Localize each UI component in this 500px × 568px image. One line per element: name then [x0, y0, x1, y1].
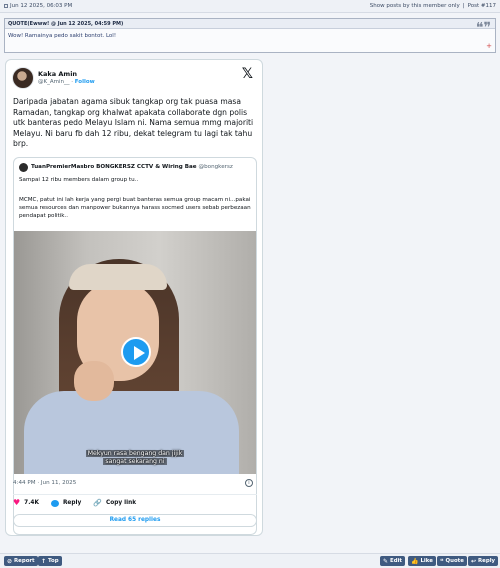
author-handle[interactable]: @K_Amin__	[38, 79, 70, 85]
report-button[interactable]: ⊘ Report	[4, 556, 38, 566]
quote-body: Wow! Ramainya pedo sakit bontot. Lol!	[8, 33, 117, 39]
reply-button-label: Reply	[478, 558, 496, 564]
quoted-tweet[interactable]: TuanPremierMasbro BONGKERSZ CCTV & Wirin…	[13, 157, 257, 535]
edit-icon: ✎	[383, 557, 389, 565]
copy-link-action[interactable]: 🔗 Copy link	[93, 499, 136, 507]
quote-button[interactable]: ❝ Quote	[437, 556, 467, 566]
reply-bubble-icon	[50, 499, 59, 507]
reply-action[interactable]: Reply	[50, 499, 82, 507]
reply-label: Reply	[62, 500, 82, 506]
reply-icon: ↩	[471, 557, 477, 565]
author-avatar[interactable]	[12, 67, 34, 89]
show-posts-by-member-link[interactable]: Show posts by this member only	[370, 3, 460, 9]
post-checkbox-icon[interactable]	[4, 4, 8, 8]
follow-link[interactable]: Follow	[75, 79, 95, 85]
quoted-text-1: Sampai 12 ribu members dalam group tu..	[19, 177, 139, 183]
like-label: Like	[420, 558, 433, 564]
video-caption: Mekyun rasa bengang dan jijik sangat sek…	[14, 450, 256, 466]
info-icon[interactable]: i	[245, 479, 253, 487]
post-number-link[interactable]: Post #117	[468, 3, 496, 9]
edit-button[interactable]: ✎ Edit	[380, 556, 405, 566]
video-caption-line-2: sangat sekarang ni	[103, 458, 167, 465]
tweet-timestamp[interactable]: 4:44 PM · Jun 11, 2025	[13, 480, 76, 486]
tweet-divider	[13, 494, 257, 495]
edit-label: Edit	[390, 558, 402, 564]
tweet-actions: ♥ 7.4K Reply 🔗 Copy link	[13, 499, 136, 508]
quote-box: QUOTE(Ewww! @ Jun 12 2025, 04:59 PM) Wow…	[4, 18, 496, 53]
top-button[interactable]: ↑ Top	[38, 556, 62, 566]
arrow-up-icon: ↑	[41, 557, 47, 565]
thumbs-up-icon: 👍	[411, 557, 419, 565]
post-date: Jun 12 2025, 06:03 PM	[10, 3, 73, 9]
author-handle-line: @K_Amin__ · Follow	[38, 79, 95, 85]
post-header-bar: Jun 12 2025, 06:03 PM Show posts by this…	[0, 0, 500, 13]
video-player[interactable]: Mekyun rasa bengang dan jijik sangat sek…	[14, 231, 256, 474]
embedded-tweet: Kaka Amin @K_Amin__ · Follow 𝕏 Daripada …	[5, 59, 263, 536]
tweet-text: Daripada jabatan agama sibuk tangkap org…	[13, 97, 254, 148]
like-button[interactable]: 👍 Like	[408, 556, 436, 566]
report-icon: ⊘	[7, 557, 13, 565]
quoted-avatar	[19, 163, 28, 172]
header-separator: |	[462, 3, 465, 9]
quoted-author-name: TuanPremierMasbro BONGKERSZ CCTV & Wirin…	[31, 164, 197, 170]
x-logo-icon[interactable]: 𝕏	[242, 66, 253, 82]
like-action[interactable]: ♥ 7.4K	[13, 499, 39, 507]
like-count: 7.4K	[24, 500, 39, 506]
post-footer-bar: ⊘ Report ↑ Top ✎ Edit 👍 Like ❝ Quote ↩ R…	[0, 553, 500, 568]
video-subject-hand	[74, 361, 114, 401]
quote-icon: ❝	[440, 557, 444, 565]
play-button[interactable]	[121, 337, 151, 367]
copy-link-label: Copy link	[105, 500, 137, 506]
author-name[interactable]: Kaka Amin	[38, 70, 77, 78]
quote-header: QUOTE(Ewww! @ Jun 12 2025, 04:59 PM)	[5, 19, 495, 29]
play-icon	[134, 346, 145, 360]
video-subject-headband	[69, 264, 167, 290]
link-icon: 🔗	[93, 499, 102, 507]
quote-mark-icon: ❝❞	[475, 20, 491, 36]
video-caption-line-1: Mekyun rasa bengang dan jijik	[85, 450, 185, 457]
quote-label: Quote	[445, 558, 464, 564]
top-label: Top	[48, 558, 59, 564]
quoted-text-2: MCMC, patut ini lah kerja yang pergi bua…	[19, 197, 251, 219]
read-replies-button[interactable]: Read 65 replies	[13, 514, 257, 527]
quoted-author-line: TuanPremierMasbro BONGKERSZ CCTV & Wirin…	[31, 164, 233, 170]
reply-button[interactable]: ↩ Reply	[468, 556, 499, 566]
quoted-author-handle: @bongkersz	[198, 164, 233, 170]
expand-quote-icon[interactable]: +	[486, 43, 492, 50]
report-label: Report	[14, 558, 35, 564]
heart-icon: ♥	[13, 498, 21, 507]
